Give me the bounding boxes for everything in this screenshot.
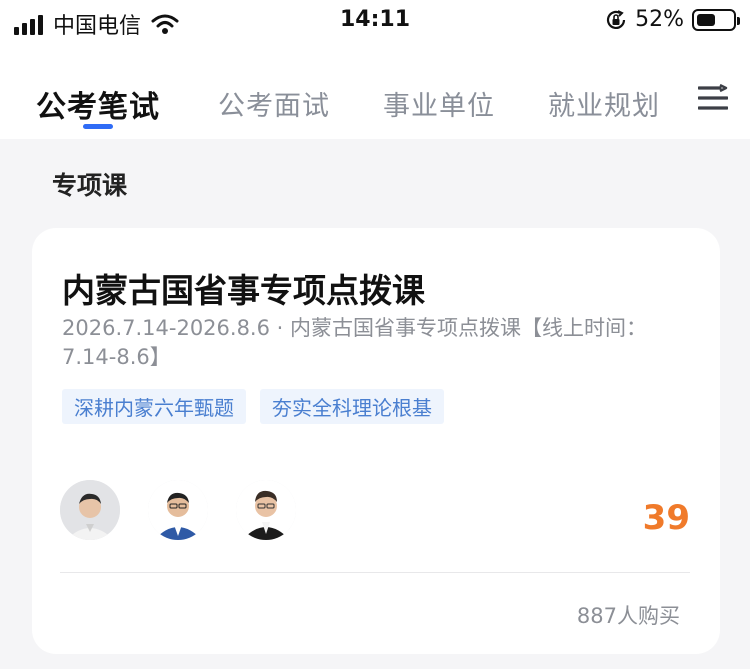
course-price: 39 — [642, 498, 690, 538]
battery-icon — [692, 8, 740, 31]
teacher-avatars — [60, 480, 296, 540]
battery-tip — [737, 16, 740, 25]
status-right: 52% — [605, 7, 740, 32]
active-tab-indicator — [83, 124, 113, 129]
tab-gongkao-bishi[interactable]: 公考笔试 — [36, 82, 160, 126]
rotation-lock-icon — [607, 9, 626, 29]
tab-shiye-danwei[interactable]: 事业单位 — [383, 84, 495, 123]
buyer-count: 887人购买 — [576, 604, 680, 628]
course-title: 内蒙古国省事专项点拨课 — [62, 271, 425, 310]
tab-gongkao-mianshi[interactable]: 公考面试 — [218, 84, 330, 123]
course-tags: 深耕内蒙六年甄题 夯实全科理论根基 — [62, 389, 444, 424]
course-card[interactable]: 内蒙古国省事专项点拨课 2026.7.14-2026.8.6 · 内蒙古国省事专… — [32, 228, 720, 654]
course-tag: 夯实全科理论根基 — [260, 389, 444, 424]
teacher-avatar — [148, 480, 208, 540]
teacher-avatar — [236, 480, 296, 540]
tab-jiuye-guihua[interactable]: 就业规划 — [548, 84, 660, 123]
card-divider — [60, 572, 690, 573]
teacher-avatar — [60, 480, 120, 540]
status-bar: 中国电信 14:11 52% — [0, 0, 750, 42]
battery-fill — [697, 13, 715, 26]
battery-percent: 52% — [635, 7, 684, 32]
category-tabs: 公考笔试 公考面试 事业单位 就业规划 — [0, 42, 750, 139]
course-description: 2026.7.14-2026.8.6 · 内蒙古国省事专项点拨课【线上时间：7.… — [62, 316, 647, 369]
course-tag: 深耕内蒙六年甄题 — [62, 389, 246, 424]
section-title: 专项课 — [52, 171, 128, 200]
menu-icon[interactable] — [698, 84, 728, 112]
